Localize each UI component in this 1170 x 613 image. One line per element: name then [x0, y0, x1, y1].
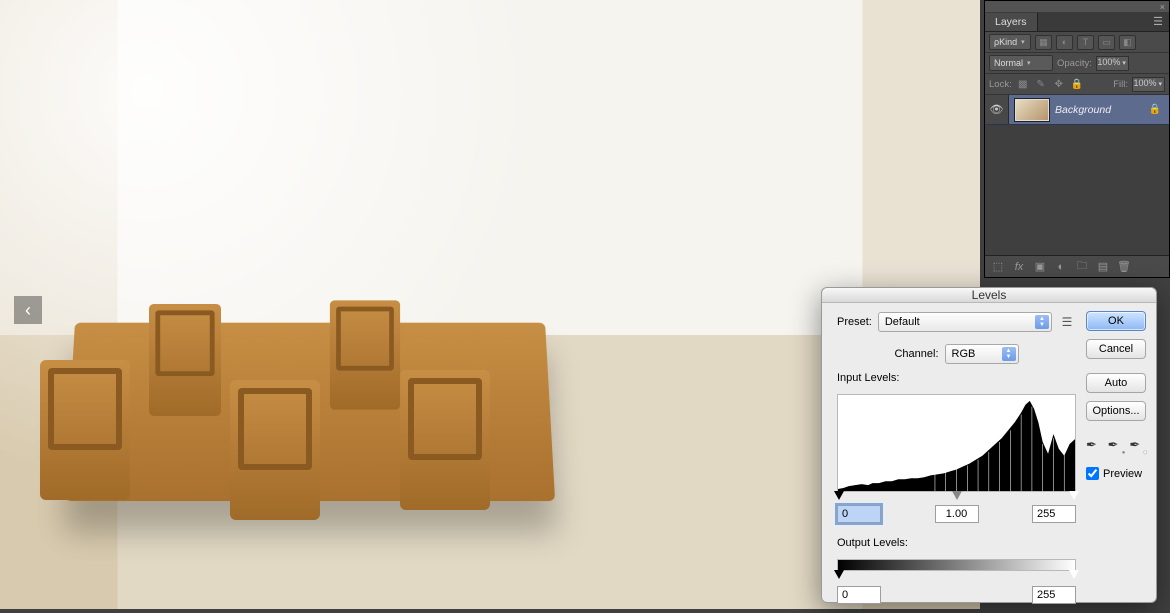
output-black-slider[interactable] — [834, 570, 844, 579]
panel-header: × — [985, 1, 1169, 12]
black-eyedropper-icon[interactable]: ✒ — [1086, 437, 1103, 455]
preset-menu-icon[interactable]: ☰ — [1058, 314, 1076, 330]
output-white-field[interactable] — [1032, 586, 1076, 604]
output-white-slider[interactable] — [1069, 570, 1079, 579]
lock-label: Lock: — [989, 79, 1012, 90]
ok-button[interactable]: OK — [1086, 311, 1146, 331]
layer-list: 👁 Background 🔒 — [985, 95, 1169, 255]
panel-menu-icon[interactable]: ☰ — [1147, 15, 1169, 28]
options-button[interactable]: Options... — [1086, 401, 1146, 421]
blend-mode-select[interactable]: Normal — [989, 55, 1053, 71]
filter-adjustment-icon[interactable]: ◐ — [1056, 35, 1073, 50]
opacity-input[interactable]: 100% — [1096, 56, 1129, 71]
preview-checkbox-row[interactable]: Preview — [1086, 467, 1146, 480]
layers-panel: × Layers ☰ ρ Kind ▦ ◐ T ▭ ◧ Normal Opaci… — [984, 0, 1170, 278]
auto-button[interactable]: Auto — [1086, 373, 1146, 393]
input-white-field[interactable] — [1032, 505, 1076, 523]
dialog-title: Levels — [822, 288, 1156, 303]
preset-label: Preset: — [837, 316, 872, 328]
delete-layer-icon[interactable]: 🗑 — [1115, 259, 1133, 275]
output-levels-label: Output Levels: — [837, 537, 1076, 549]
lock-transparent-icon[interactable]: ▩ — [1016, 77, 1030, 91]
black-point-slider[interactable] — [834, 491, 844, 500]
histogram[interactable] — [837, 394, 1076, 492]
lock-icon: 🔒 — [1141, 104, 1169, 115]
visibility-toggle-icon[interactable]: 👁 — [985, 95, 1009, 124]
levels-dialog: Levels Preset: Default ▲▼ ☰ Channel: RGB… — [821, 287, 1157, 603]
layers-footer: ⬚ fx ▣ ◐ 🗀 ▤ 🗑 — [985, 255, 1169, 277]
output-slider[interactable] — [837, 570, 1076, 582]
channel-select[interactable]: RGB ▲▼ — [945, 344, 1019, 364]
white-point-slider[interactable] — [1069, 491, 1079, 500]
layer-mask-icon[interactable]: ▣ — [1031, 259, 1049, 275]
input-levels-label: Input Levels: — [837, 372, 1076, 384]
output-black-field[interactable] — [837, 586, 881, 604]
gray-eyedropper-icon[interactable]: ✒ — [1108, 437, 1125, 455]
midtone-slider[interactable] — [952, 491, 962, 500]
close-icon[interactable]: × — [1160, 2, 1165, 12]
new-layer-icon[interactable]: ▤ — [1094, 259, 1112, 275]
cancel-button[interactable]: Cancel — [1086, 339, 1146, 359]
input-slider[interactable] — [837, 491, 1076, 503]
layer-filter-kind-select[interactable]: ρ Kind — [989, 34, 1031, 50]
lock-position-icon[interactable]: ✥ — [1052, 77, 1066, 91]
white-eyedropper-icon[interactable]: ✒ — [1129, 437, 1146, 455]
input-black-field[interactable] — [837, 505, 881, 523]
channel-label: Channel: — [894, 348, 938, 360]
input-gamma-field[interactable] — [935, 505, 979, 523]
layers-tab[interactable]: Layers — [985, 13, 1038, 31]
fill-label: Fill: — [1113, 79, 1128, 90]
layer-group-icon[interactable]: 🗀 — [1073, 259, 1091, 275]
layer-thumbnail[interactable] — [1015, 99, 1049, 121]
fill-input[interactable]: 100% — [1132, 77, 1165, 92]
preview-label: Preview — [1103, 468, 1142, 480]
layer-row[interactable]: 👁 Background 🔒 — [985, 95, 1169, 125]
lock-all-icon[interactable]: 🔒 — [1070, 77, 1084, 91]
lock-pixels-icon[interactable]: ✎ — [1034, 77, 1048, 91]
filter-smart-icon[interactable]: ◧ — [1119, 35, 1136, 50]
layer-name[interactable]: Background — [1055, 104, 1141, 116]
opacity-label: Opacity: — [1057, 58, 1092, 69]
preview-checkbox[interactable] — [1086, 467, 1099, 480]
layer-fx-icon[interactable]: fx — [1010, 259, 1028, 275]
carousel-prev-button[interactable]: ‹ — [14, 296, 42, 324]
filter-shape-icon[interactable]: ▭ — [1098, 35, 1115, 50]
link-layers-icon[interactable]: ⬚ — [989, 259, 1007, 275]
adjustment-layer-icon[interactable]: ◐ — [1052, 259, 1070, 275]
preset-select[interactable]: Default ▲▼ — [878, 312, 1052, 332]
filter-pixel-icon[interactable]: ▦ — [1035, 35, 1052, 50]
filter-type-icon[interactable]: T — [1077, 35, 1094, 50]
